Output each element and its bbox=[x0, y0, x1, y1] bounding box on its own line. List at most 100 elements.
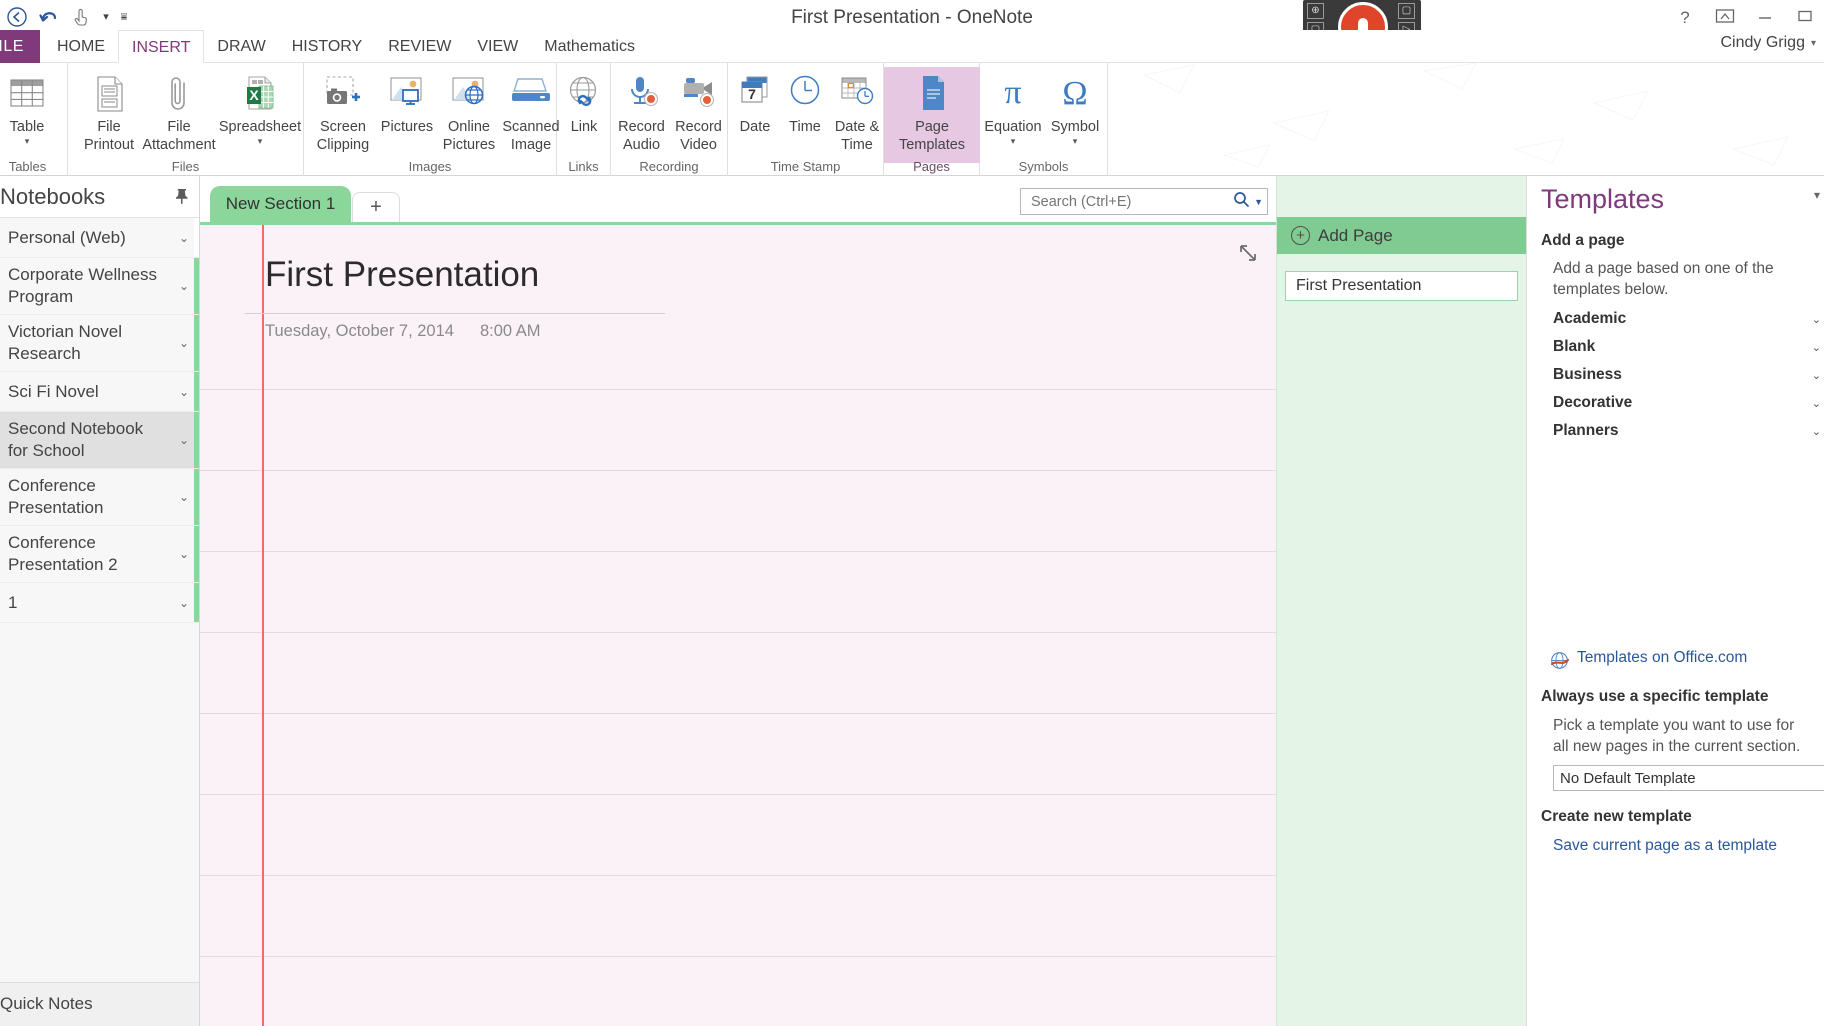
tab-mathematics[interactable]: Mathematics bbox=[531, 30, 648, 63]
ribbon-button-table[interactable]: Table ▾ bbox=[0, 67, 58, 155]
ribbon-button-symbol[interactable]: Ω Symbol ▾ bbox=[1044, 67, 1106, 155]
expand-page-icon[interactable] bbox=[1238, 243, 1258, 269]
tab-view[interactable]: VIEW bbox=[464, 30, 531, 63]
tab-file[interactable]: FILE bbox=[0, 30, 40, 63]
camera-icon bbox=[320, 71, 366, 117]
quick-notes-button[interactable]: Quick Notes bbox=[0, 982, 199, 1026]
chevron-down-icon[interactable]: ⌄ bbox=[179, 486, 189, 508]
default-template-select[interactable]: No Default Template bbox=[1553, 765, 1824, 791]
ribbon-button-date[interactable]: 7 Date bbox=[730, 67, 780, 155]
page-date[interactable]: Tuesday, October 7, 2014 bbox=[265, 322, 454, 341]
ribbon-button-record-audio[interactable]: Record Audio bbox=[613, 67, 670, 155]
page-title-divider bbox=[245, 313, 665, 314]
template-category-planners[interactable]: Planners ⌄ bbox=[1553, 422, 1824, 440]
sidebar-item-personal-web[interactable]: Personal (Web) ⌄ bbox=[0, 218, 199, 258]
chevron-down-icon[interactable]: ▾ bbox=[1011, 136, 1016, 146]
ribbon-button-page-templates[interactable]: Page Templates bbox=[884, 67, 980, 163]
ribbon-button-time[interactable]: Time bbox=[780, 67, 830, 155]
template-category-business[interactable]: Business ⌄ bbox=[1553, 366, 1824, 384]
tab-history[interactable]: HISTORY bbox=[279, 30, 376, 63]
sidebar-item-sci-fi-novel[interactable]: Sci Fi Novel ⌄ bbox=[0, 372, 199, 412]
ribbon-button-spreadsheet[interactable]: X Spreadsheet ▾ bbox=[216, 67, 304, 155]
sidebar-item-corporate-wellness-program[interactable]: Corporate Wellness Program ⌄ bbox=[0, 258, 199, 315]
sidebar-item-conference-presentation-2[interactable]: Conference Presentation 2 ⌄ bbox=[0, 526, 199, 583]
restore-icon[interactable] bbox=[1792, 8, 1818, 28]
add-section-button[interactable]: + bbox=[352, 192, 400, 222]
ribbon-button-file-attachment[interactable]: File Attachment bbox=[142, 67, 216, 155]
ribbon-button-link[interactable]: Link bbox=[557, 67, 611, 155]
search-box[interactable]: ▼ bbox=[1020, 188, 1268, 215]
notebook-label: Personal (Web) bbox=[8, 227, 126, 247]
chevron-down-icon[interactable]: ▼ bbox=[1254, 197, 1263, 207]
ribbon-background-doodle bbox=[1142, 63, 1789, 168]
chevron-down-icon[interactable]: ⌄ bbox=[179, 429, 189, 451]
template-category-academic[interactable]: Academic ⌄ bbox=[1553, 310, 1824, 328]
minimize-icon[interactable] bbox=[1752, 8, 1778, 28]
category-label: Planners bbox=[1553, 422, 1619, 439]
chevron-down-icon[interactable]: ⌄ bbox=[179, 592, 189, 614]
search-icon[interactable] bbox=[1233, 191, 1250, 213]
ribbon-button-equation[interactable]: π Equation ▾ bbox=[982, 67, 1044, 155]
ribbon-button-record-video[interactable]: Record Video bbox=[670, 67, 727, 155]
ribbon-label-link: Link bbox=[570, 119, 598, 135]
section-tab-new-section-1[interactable]: New Section 1 bbox=[210, 186, 351, 222]
templates-on-office-com-link[interactable]: Templates on Office.com bbox=[1577, 649, 1747, 667]
page-time[interactable]: 8:00 AM bbox=[480, 322, 541, 341]
template-category-decorative[interactable]: Decorative ⌄ bbox=[1553, 394, 1824, 412]
chevron-down-icon[interactable]: ▾ bbox=[258, 136, 263, 146]
chevron-down-icon[interactable]: ⌄ bbox=[179, 543, 189, 565]
ribbon-button-screen-clipping[interactable]: Screen Clipping bbox=[310, 67, 376, 155]
page-list-pane: + Add Page First Presentation bbox=[1276, 176, 1526, 1026]
recorder-icon-top-left[interactable]: ⊕ bbox=[1307, 3, 1324, 19]
tab-home[interactable]: HOME bbox=[44, 30, 118, 63]
ribbon-button-scanned-image[interactable]: Scanned Image bbox=[500, 67, 562, 155]
page-list-item-first-presentation[interactable]: First Presentation bbox=[1285, 271, 1518, 301]
ribbon-label-file-printout-line1: File bbox=[97, 119, 121, 135]
page-canvas[interactable]: First Presentation Tuesday, October 7, 2… bbox=[200, 222, 1276, 1026]
table-icon bbox=[7, 71, 47, 117]
tab-insert[interactable]: INSERT bbox=[118, 30, 205, 63]
chevron-down-icon[interactable]: ⌄ bbox=[179, 381, 189, 403]
notebook-label: Conference Presentation 2 bbox=[8, 533, 118, 574]
ribbon-label-date: Date bbox=[739, 119, 771, 135]
templates-task-pane: Templates ▾ Add a page Add a page based … bbox=[1526, 176, 1824, 1026]
chevron-down-icon[interactable]: ⌄ bbox=[179, 275, 189, 297]
ribbon-group-time-stamp: 7 Date Time Date & Time Time Stamp bbox=[728, 63, 884, 176]
pin-icon[interactable] bbox=[175, 188, 189, 208]
tab-draw[interactable]: DRAW bbox=[204, 30, 278, 63]
ribbon-button-online-pictures[interactable]: Online Pictures bbox=[438, 67, 500, 155]
close-icon[interactable]: ▾ bbox=[1814, 188, 1820, 202]
ribbon-group-symbols: π Equation ▾ Ω Symbol ▾ Symbols bbox=[980, 63, 1108, 176]
ribbon-display-options-icon[interactable] bbox=[1712, 8, 1738, 29]
ribbon-button-pictures[interactable]: Pictures bbox=[376, 67, 438, 155]
sidebar-item-conference-presentation[interactable]: Conference Presentation ⌄ bbox=[0, 469, 199, 526]
chevron-down-icon[interactable]: ⌄ bbox=[179, 227, 189, 249]
chevron-down-icon[interactable]: ⌄ bbox=[179, 332, 189, 354]
save-current-page-as-template-link[interactable]: Save current page as a template bbox=[1553, 837, 1777, 855]
chevron-down-icon[interactable]: ⌄ bbox=[1812, 341, 1821, 354]
help-icon[interactable]: ? bbox=[1672, 8, 1698, 28]
chevron-down-icon[interactable]: ⌄ bbox=[1812, 369, 1821, 382]
recorder-icon-top-right[interactable]: ▢ bbox=[1398, 3, 1415, 19]
chevron-down-icon[interactable]: ⌄ bbox=[1812, 397, 1821, 410]
add-page-button[interactable]: + Add Page bbox=[1277, 217, 1526, 254]
chevron-down-icon[interactable]: ▾ bbox=[1073, 136, 1078, 146]
page-title[interactable]: First Presentation bbox=[265, 255, 539, 295]
sidebar-item-1[interactable]: 1 ⌄ bbox=[0, 583, 199, 623]
account-name: Cindy Grigg bbox=[1720, 34, 1805, 51]
sidebar-item-second-notebook-for-school[interactable]: Second Notebook for School ⌄ bbox=[0, 412, 199, 469]
ribbon-group-label-tables: Tables bbox=[8, 159, 47, 174]
ribbon-button-file-printout[interactable]: File Printout bbox=[76, 67, 142, 155]
sidebar-item-victorian-novel-research[interactable]: Victorian Novel Research ⌄ bbox=[0, 315, 199, 372]
search-input[interactable] bbox=[1029, 192, 1234, 211]
account-menu[interactable]: Cindy Grigg ▾ bbox=[1720, 34, 1816, 52]
chevron-down-icon: ▾ bbox=[1810, 37, 1816, 49]
ribbon-label-page-templates-line2: Templates bbox=[898, 137, 966, 153]
chevron-down-icon[interactable]: ⌄ bbox=[1812, 313, 1821, 326]
ribbon-button-date-and-time[interactable]: Date & Time bbox=[830, 67, 884, 155]
chevron-down-icon[interactable]: ▾ bbox=[25, 136, 30, 146]
chevron-down-icon[interactable]: ⌄ bbox=[1812, 425, 1821, 438]
tab-review[interactable]: REVIEW bbox=[375, 30, 464, 63]
template-category-blank[interactable]: Blank ⌄ bbox=[1553, 338, 1824, 356]
ribbon-label-screen-clipping-line1: Screen bbox=[320, 119, 366, 135]
